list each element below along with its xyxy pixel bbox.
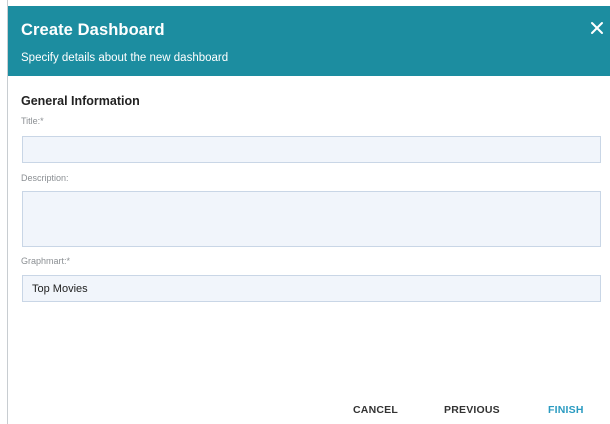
title-field-label: Title:* bbox=[21, 116, 44, 126]
close-icon bbox=[591, 22, 603, 34]
description-textarea[interactable] bbox=[22, 191, 601, 247]
section-title-general-information: General Information bbox=[21, 94, 140, 108]
dialog-header: Create Dashboard Specify details about t… bbox=[8, 6, 610, 76]
close-button[interactable] bbox=[589, 20, 605, 36]
cancel-button[interactable]: CANCEL bbox=[353, 404, 398, 416]
dialog-subtitle: Specify details about the new dashboard bbox=[21, 52, 229, 64]
graphmart-input[interactable] bbox=[22, 275, 601, 302]
previous-button[interactable]: PREVIOUS bbox=[444, 404, 500, 416]
create-dashboard-dialog: Create Dashboard Specify details about t… bbox=[7, 0, 610, 424]
finish-button[interactable]: FINISH bbox=[548, 404, 584, 416]
title-input[interactable] bbox=[22, 136, 601, 163]
graphmart-field-label: Graphmart:* bbox=[21, 256, 71, 266]
description-field-label: Description: bbox=[21, 173, 69, 183]
dialog-title: Create Dashboard bbox=[21, 21, 165, 39]
